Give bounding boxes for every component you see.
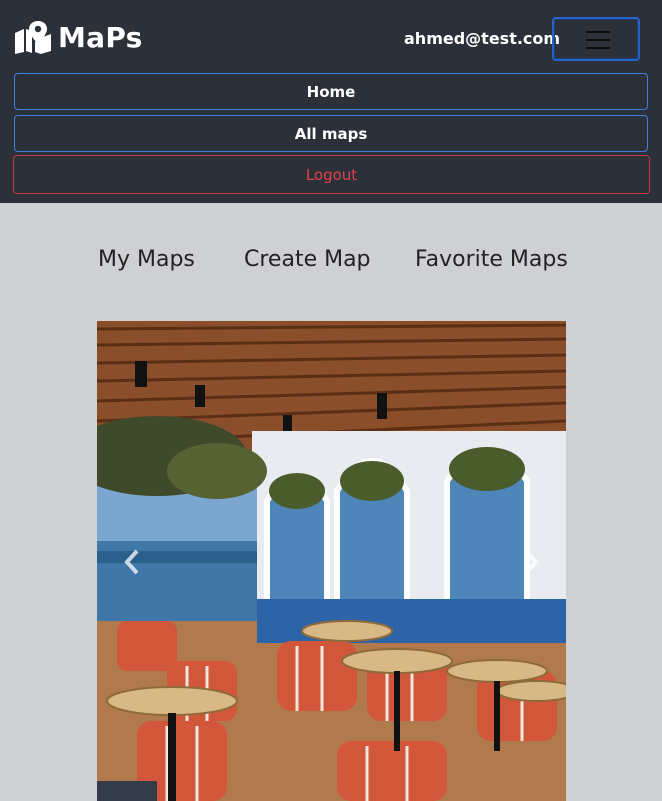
map-tabs: My Maps Create Map Favorite Maps [0,247,662,277]
tab-favorite-maps[interactable]: Favorite Maps [415,247,568,272]
tab-create-map[interactable]: Create Map [244,247,371,272]
chevron-left-icon[interactable] [122,548,142,576]
brand-link[interactable]: MaPs [14,19,143,55]
chevron-right-icon[interactable] [521,548,541,576]
hamburger-icon-bar [586,39,610,41]
user-email: ahmed@test.com [404,29,561,48]
carousel-restaurant-image [97,321,566,801]
navbar-toggler-button[interactable] [552,17,640,61]
all-maps-button[interactable]: All maps [14,115,648,152]
image-carousel[interactable] [97,321,566,801]
home-button[interactable]: Home [14,73,648,110]
tab-my-maps[interactable]: My Maps [98,247,195,272]
hamburger-icon-bar [586,47,610,49]
hamburger-icon [586,31,610,33]
map-marker-icon [15,21,51,54]
logout-button[interactable]: Logout [13,155,650,194]
navbar: MaPs ahmed@test.com Home All maps Logout [0,0,662,203]
brand-name: MaPs [58,20,143,54]
